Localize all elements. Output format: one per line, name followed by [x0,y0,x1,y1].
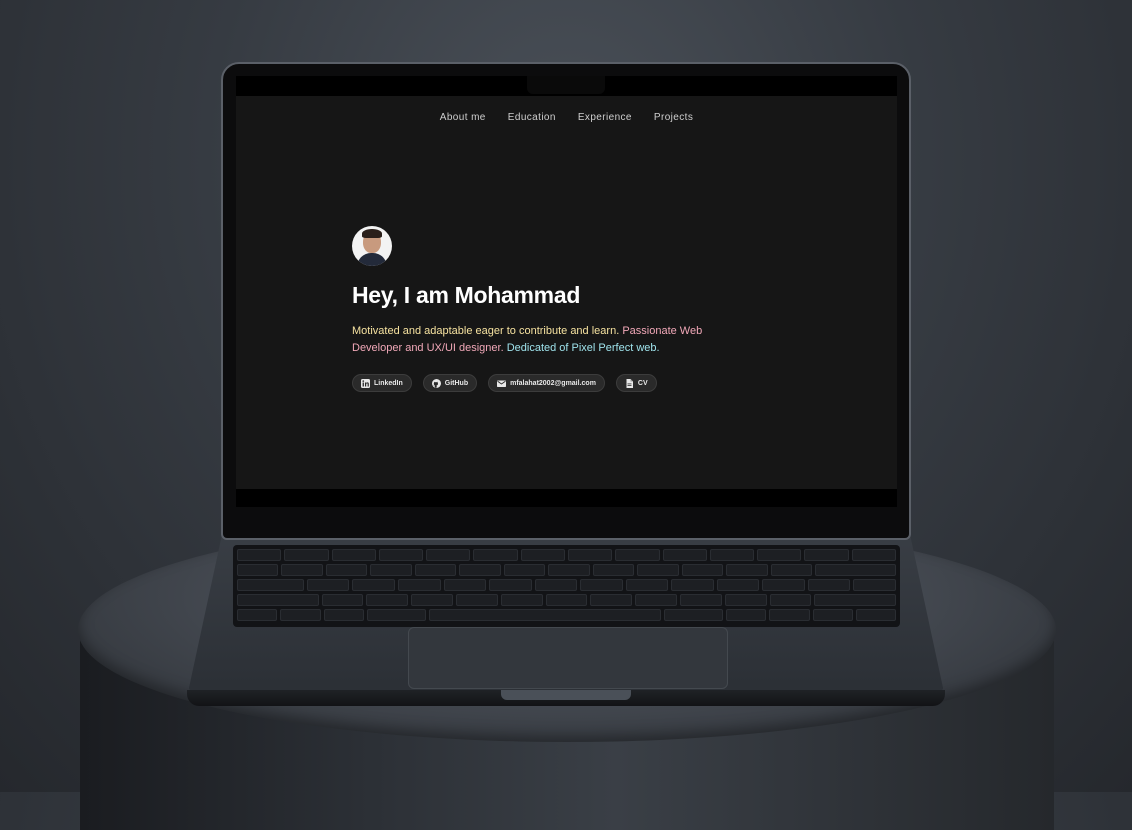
email-button[interactable]: mfalahat2002@gmail.com [488,374,605,392]
top-nav: About me Education Experience Projects [236,112,897,123]
keyboard-row [237,549,896,561]
github-button[interactable]: GitHub [422,374,478,392]
nav-projects[interactable]: Projects [654,112,693,123]
linkedin-label: LinkedIn [374,379,403,387]
desc-part-3: Dedicated of Pixel Perfect web. [506,342,660,354]
keyboard-row [237,609,896,621]
laptop-screen: About me Education Experience Projects H… [236,76,897,507]
nav-education[interactable]: Education [508,112,556,123]
desc-part-1: Motivated and adaptable eager to contrib… [352,325,623,337]
github-icon [431,378,441,388]
hero-description: Motivated and adaptable eager to contrib… [352,323,742,357]
avatar [352,226,392,266]
cv-label: CV [637,379,648,387]
linkedin-button[interactable]: LinkedIn [352,374,412,392]
camera-notch [527,76,605,94]
laptop-front-notch [501,690,631,700]
document-icon [625,378,634,388]
keyboard-row [237,564,897,576]
linkedin-icon [361,378,370,388]
keyboard-row [237,594,896,606]
mail-icon [497,379,507,388]
cv-button[interactable]: CV [615,374,657,392]
github-label: GitHub [444,379,469,387]
hero-section: Hey, I am Mohammad Motivated and adaptab… [352,226,772,392]
email-label: mfalahat2002@gmail.com [510,379,596,387]
keyboard-row [237,579,896,591]
screen-bottombar [236,489,897,507]
nav-experience[interactable]: Experience [578,112,632,123]
keyboard [233,545,900,627]
nav-about-me[interactable]: About me [440,112,486,123]
hero-title: Hey, I am Mohammad [352,282,581,308]
contact-badges: LinkedIn GitHub mfalahat2002@gmail.com C… [352,374,772,392]
laptop-bezel-bottom [236,507,897,521]
trackpad [408,627,728,689]
